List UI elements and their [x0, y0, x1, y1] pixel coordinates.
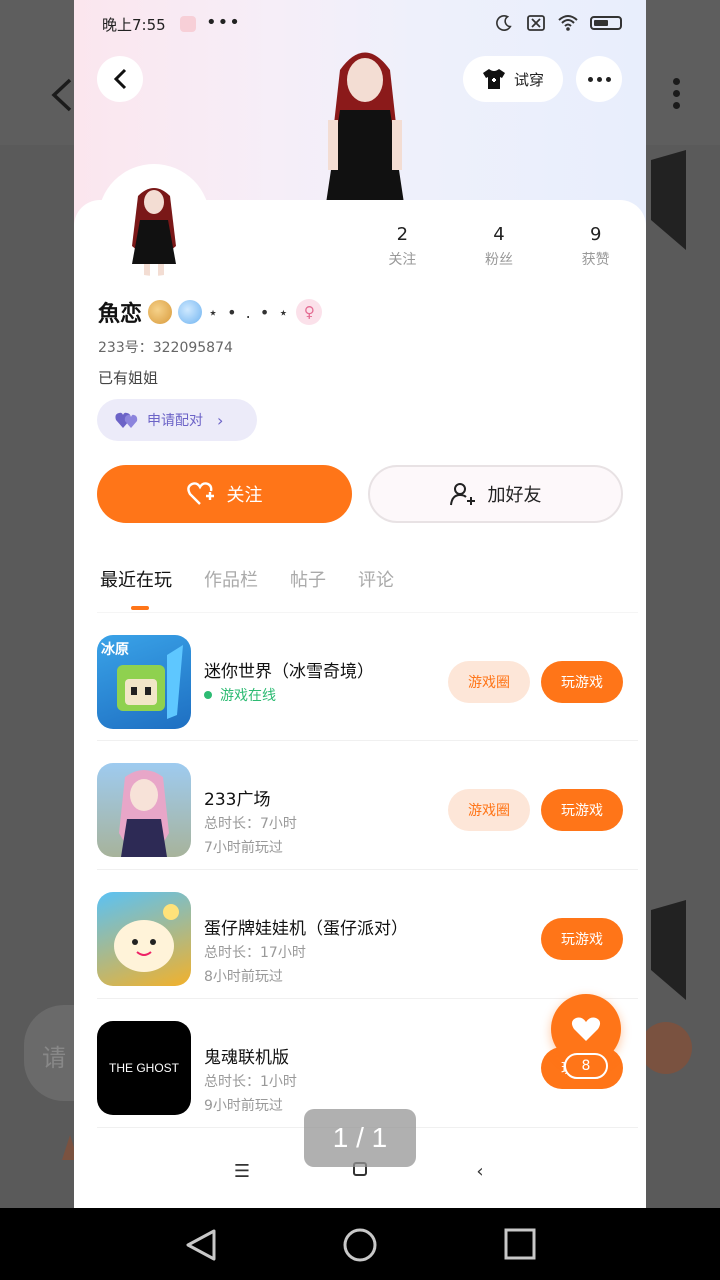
apply-pair-button[interactable]: 申请配对 › — [97, 399, 257, 441]
chevron-left-icon — [113, 68, 127, 90]
profile-stats: 2 关注 4 粉丝 9 获赞 — [354, 224, 644, 269]
avatar-image — [132, 188, 176, 276]
profile-name-row: 魚恋 ⋆ • . • ⋆ ♀ — [98, 296, 323, 328]
system-back-icon[interactable] — [184, 1228, 218, 1262]
sim-off-icon — [527, 15, 545, 31]
game-circle-button[interactable]: 游戏圈 — [448, 789, 530, 831]
game-total-time: 总时长：7小时 — [204, 816, 297, 832]
try-on-button[interactable]: 试穿 — [463, 56, 563, 102]
tab-recently-played[interactable]: 最近在玩 — [100, 566, 172, 592]
background-decoration — [640, 1022, 692, 1074]
game-title: 迷你世界（冰雪奇境） — [204, 662, 374, 682]
stat-following-count: 2 — [396, 224, 409, 245]
menu-icon[interactable]: ☰ — [230, 1161, 254, 1185]
system-home-icon[interactable] — [342, 1228, 378, 1264]
avatar[interactable] — [98, 164, 210, 276]
game-online-status: 游戏在线 — [204, 685, 276, 705]
profile-tabs: 最近在玩 作品栏 帖子 评论 — [100, 566, 394, 592]
stat-likes[interactable]: 9 获赞 — [547, 224, 644, 269]
add-friend-button[interactable]: 加好友 — [368, 465, 623, 523]
online-label: 游戏在线 — [220, 688, 276, 704]
play-game-button[interactable]: 玩游戏 — [541, 918, 623, 960]
shirt-icon — [482, 69, 505, 89]
game-title: 蛋仔牌娃娃机（蛋仔派对） — [204, 919, 408, 939]
play-game-button[interactable]: 玩游戏 — [541, 661, 623, 703]
back-icon[interactable]: ‹ — [468, 1161, 492, 1185]
battery-icon — [590, 16, 622, 30]
background-back-icon — [51, 78, 72, 112]
image-page-indicator: 1 / 1 — [304, 1109, 416, 1167]
game-icon-badge: 冰原 — [101, 642, 129, 658]
tab-posts[interactable]: 帖子 — [290, 566, 326, 592]
game-total-time: 总时长：17小时 — [204, 945, 306, 961]
status-time: 晚上7:55 — [102, 16, 166, 34]
game-last-played: 8小时前玩过 — [204, 969, 283, 985]
profile-screen: 晚上7:55 ••• 试穿 2 关注 4 粉丝 9 获赞 魚恋 ⋆ • . • … — [74, 0, 646, 1208]
status-app-icon — [180, 16, 196, 32]
system-recents-icon[interactable] — [504, 1228, 536, 1260]
heart-icon — [571, 1017, 601, 1041]
profile-name-suffix: ⋆ • . • ⋆ — [208, 302, 291, 322]
list-item[interactable]: 233广场 总时长：7小时 7小时前玩过 游戏圈 玩游戏 — [97, 741, 638, 870]
try-on-label: 试穿 — [513, 70, 544, 89]
follow-label: 关注 — [226, 485, 263, 506]
profile-bio: 已有姐姐 — [98, 369, 159, 387]
tab-works[interactable]: 作品栏 — [204, 566, 258, 592]
tab-comments[interactable]: 评论 — [358, 566, 394, 592]
plaza-art — [119, 770, 169, 857]
profile-name: 魚恋 — [98, 302, 143, 327]
more-options-button[interactable] — [576, 56, 622, 102]
eggy-art — [114, 904, 179, 972]
moon-icon — [496, 14, 512, 31]
more-dot — [587, 76, 593, 82]
list-item[interactable]: 冰原 迷你世界（冰雪奇境） 游戏在线 游戏圈 玩游戏 — [97, 612, 638, 741]
more-dot — [605, 76, 611, 82]
stat-following-label: 关注 — [388, 252, 417, 268]
user-id: 233号：322095874 — [98, 340, 233, 356]
game-icon-the-ghost: THE GHOST — [97, 1021, 191, 1115]
background-character-1 — [651, 150, 686, 250]
background-character-2 — [651, 900, 686, 1000]
back-button[interactable] — [97, 56, 143, 102]
list-item[interactable]: 蛋仔牌娃娃机（蛋仔派对） 总时长：17小时 8小时前玩过 玩游戏 — [97, 870, 638, 999]
game-icon-eggy-party — [97, 892, 191, 986]
background-input-hint: 请 — [42, 1045, 66, 1072]
add-friend-label: 加好友 — [487, 485, 542, 506]
game-title: 233广场 — [204, 790, 271, 810]
game-icon-233-plaza — [97, 763, 191, 857]
game-title: 鬼魂联机版 — [204, 1048, 289, 1068]
system-navigation-bar — [0, 1208, 720, 1280]
background-more-icon — [670, 78, 682, 118]
more-dot — [596, 76, 602, 82]
cookie-emoji-icon — [148, 300, 173, 324]
female-icon: ♀ — [296, 299, 323, 325]
chevron-right-icon: › — [217, 410, 224, 430]
add-user-icon — [449, 483, 475, 506]
stat-following[interactable]: 2 关注 — [354, 224, 451, 269]
comet-emoji-icon — [178, 300, 203, 324]
play-game-button[interactable]: 玩游戏 — [541, 789, 623, 831]
stat-followers-count: 4 — [493, 224, 505, 245]
game-total-time: 总时长：1小时 — [204, 1074, 297, 1090]
stat-likes-count: 9 — [589, 224, 602, 245]
game-last-played: 7小时前玩过 — [204, 840, 283, 856]
game-last-played: 9小时前玩过 — [204, 1098, 283, 1114]
heart-plus-icon — [186, 482, 214, 505]
hearts-icon — [115, 412, 138, 428]
stat-followers[interactable]: 4 粉丝 — [451, 224, 548, 269]
like-count-badge: 8 — [564, 1053, 608, 1079]
game-circle-button[interactable]: 游戏圈 — [448, 661, 530, 703]
game-icon-mini-world: 冰原 — [97, 635, 191, 729]
stat-followers-label: 粉丝 — [485, 252, 513, 268]
the-ghost-logo-text: THE GHOST — [108, 1061, 179, 1075]
apply-pair-label: 申请配对 — [147, 413, 203, 429]
status-icons — [494, 14, 622, 32]
wifi-icon — [558, 15, 578, 31]
status-more-dots: ••• — [206, 12, 241, 33]
tab-active-indicator — [131, 606, 149, 610]
follow-button[interactable]: 关注 — [97, 465, 352, 523]
avatar-3d-character — [325, 52, 405, 210]
stat-likes-label: 获赞 — [581, 252, 610, 268]
